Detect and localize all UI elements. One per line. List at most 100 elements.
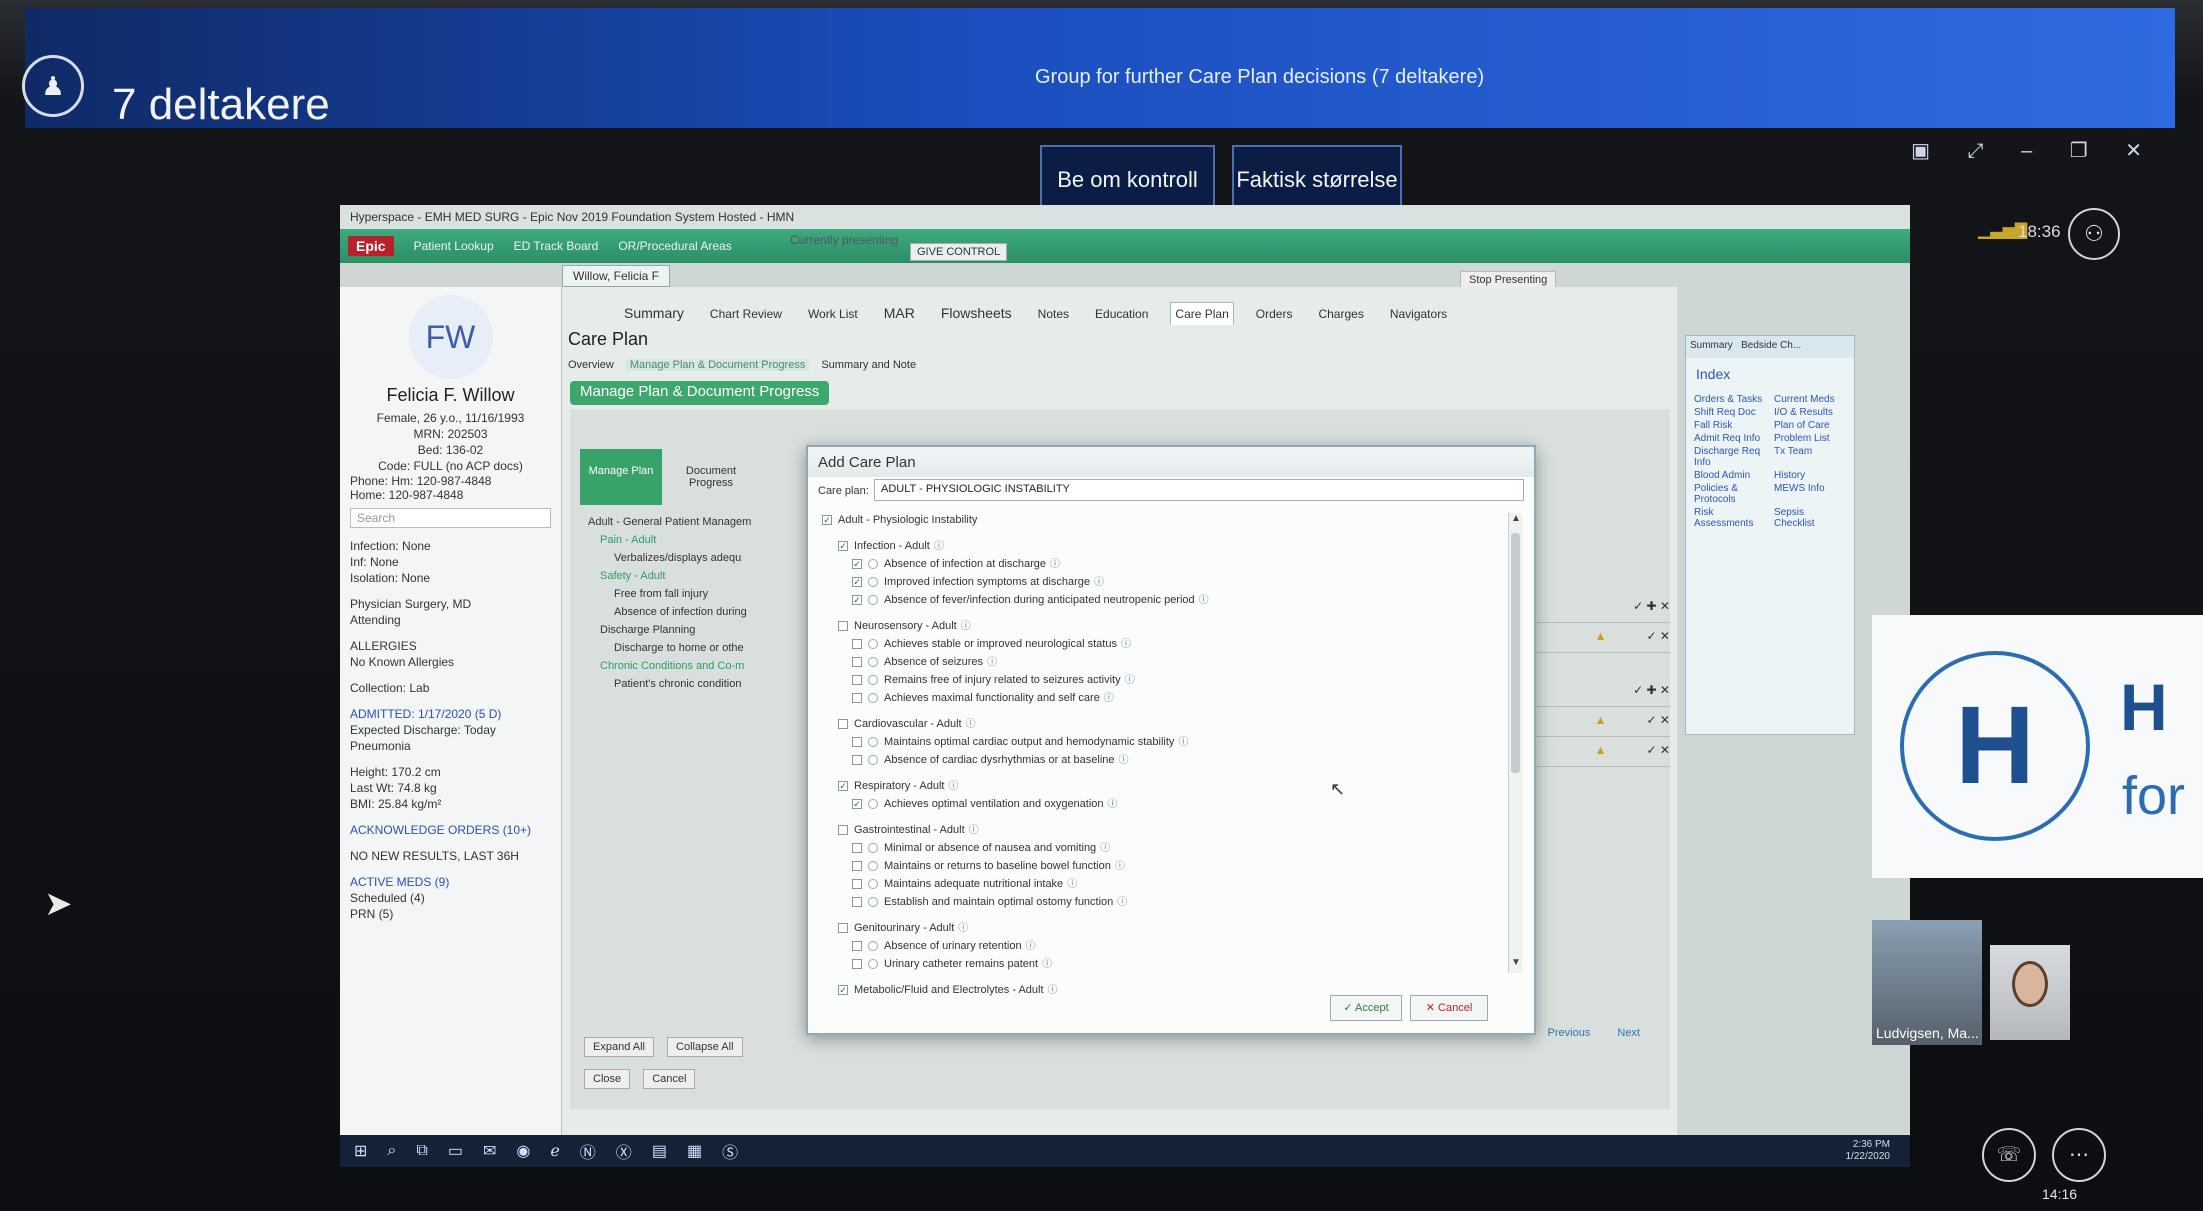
- checklist-goal[interactable]: Maintains optimal cardiac output and hem…: [822, 733, 1502, 751]
- accept-button[interactable]: ✓ Accept: [1330, 995, 1402, 1021]
- tab-care-plan[interactable]: Care Plan: [1170, 302, 1234, 325]
- checkbox[interactable]: [838, 825, 848, 836]
- index-link[interactable]: Discharge Req Info: [1694, 446, 1766, 468]
- file-explorer-icon[interactable]: ▭: [448, 1141, 463, 1161]
- checklist-goal[interactable]: ✓ Achieves optimal ventilation and oxygen…: [822, 795, 1502, 813]
- info-icon[interactable]: ⓘ: [1067, 879, 1077, 890]
- index-link[interactable]: Tx Team: [1774, 446, 1846, 468]
- checkbox[interactable]: [852, 897, 862, 908]
- tab-charges[interactable]: Charges: [1314, 303, 1367, 325]
- info-icon[interactable]: ⓘ: [1050, 559, 1060, 570]
- checklist-goal[interactable]: ✓ Improved infection symptoms at discharg…: [822, 573, 1502, 591]
- checkbox[interactable]: ✓: [822, 515, 832, 526]
- checkbox[interactable]: [838, 923, 848, 934]
- info-icon[interactable]: ⓘ: [1108, 799, 1118, 810]
- checkbox[interactable]: ✓: [852, 595, 862, 606]
- edge-icon[interactable]: ℯ: [550, 1141, 559, 1161]
- checklist-category[interactable]: Gastrointestinal - Adult ⓘ: [822, 821, 1502, 839]
- info-icon[interactable]: ⓘ: [934, 541, 944, 552]
- onenote-icon[interactable]: Ⓝ: [580, 1139, 596, 1163]
- tree-item[interactable]: Adult - General Patient Managem: [588, 513, 788, 531]
- checkbox[interactable]: [852, 959, 862, 970]
- checklist-goal[interactable]: ✓ Absence of fever/infection during antic…: [822, 591, 1502, 609]
- checklist-goal[interactable]: Absence of cardiac dysrhythmias or at ba…: [822, 751, 1502, 769]
- info-icon[interactable]: ⓘ: [1125, 675, 1135, 686]
- checkbox[interactable]: [852, 657, 862, 668]
- info-icon[interactable]: ⓘ: [1048, 985, 1058, 996]
- info-icon[interactable]: ⓘ: [1178, 737, 1188, 748]
- index-link[interactable]: Policies & Protocols: [1694, 483, 1766, 505]
- index-link[interactable]: Orders & Tasks: [1694, 394, 1766, 405]
- storyboard-search-input[interactable]: Search: [350, 508, 551, 528]
- call-control-icon[interactable]: ☏: [1982, 1128, 2036, 1182]
- checkbox[interactable]: [852, 639, 862, 650]
- admitted-link[interactable]: ADMITTED: 1/17/2020 (5 D): [350, 706, 551, 722]
- patient-avatar[interactable]: FW: [408, 295, 493, 379]
- goal-row-controls[interactable]: ✓ ✚ ✕: [1530, 683, 1670, 707]
- index-tab-bedside[interactable]: Bedside Ch...: [1741, 340, 1801, 351]
- index-tab-summary[interactable]: Summary: [1690, 340, 1733, 351]
- index-link[interactable]: Sepsis Checklist: [1774, 507, 1846, 529]
- info-icon[interactable]: ⓘ: [969, 825, 979, 836]
- checklist-category[interactable]: ✓ Respiratory - Adult ⓘ: [822, 777, 1502, 795]
- more-options-icon[interactable]: ⋯: [2052, 1128, 2106, 1182]
- acknowledge-orders-link[interactable]: ACKNOWLEDGE ORDERS (10+): [350, 822, 551, 838]
- tab-flowsheets[interactable]: Flowsheets: [937, 301, 1016, 325]
- index-link[interactable]: MEWS Info: [1774, 483, 1846, 505]
- chevron-down-icon[interactable]: ▼: [1509, 957, 1523, 973]
- checklist-goal[interactable]: Achieves maximal functionality and self …: [822, 689, 1502, 707]
- index-link[interactable]: Risk Assessments: [1694, 507, 1766, 529]
- document-progress-button[interactable]: Document Progress: [670, 449, 752, 505]
- tree-item[interactable]: Free from fall injury: [588, 585, 788, 603]
- close-button[interactable]: Close: [584, 1069, 631, 1089]
- checkbox[interactable]: [838, 621, 848, 632]
- toolbar-or-areas[interactable]: OR/Procedural Areas: [618, 239, 731, 253]
- info-icon[interactable]: ⓘ: [1094, 577, 1104, 588]
- goal-row-controls[interactable]: ✓ ✚ ✕: [1530, 599, 1670, 623]
- tab-chart-review[interactable]: Chart Review: [706, 303, 786, 325]
- checkbox[interactable]: [852, 879, 862, 890]
- scroll-thumb[interactable]: [1511, 533, 1520, 773]
- skype-icon[interactable]: Ⓢ: [722, 1139, 738, 1163]
- checkbox[interactable]: [852, 941, 862, 952]
- info-icon[interactable]: ⓘ: [1115, 861, 1125, 872]
- checkbox[interactable]: [838, 719, 848, 730]
- tree-item[interactable]: Verbalizes/displays adequ: [588, 549, 788, 567]
- toolbar-ed-track-board[interactable]: ED Track Board: [514, 239, 599, 253]
- pdf-icon[interactable]: ▤: [652, 1141, 667, 1161]
- tree-item[interactable]: Absence of infection during: [588, 603, 788, 621]
- checkbox[interactable]: ✓: [852, 577, 862, 588]
- info-icon[interactable]: ⓘ: [1100, 843, 1110, 854]
- toolbar-patient-lookup[interactable]: Patient Lookup: [414, 239, 494, 253]
- patient-name[interactable]: Felicia F. Willow: [350, 385, 551, 406]
- tree-item[interactable]: Safety - Adult: [588, 567, 788, 585]
- checkbox[interactable]: ✓: [852, 559, 862, 570]
- checklist-root[interactable]: ✓ Adult - Physiologic Instability: [822, 511, 1502, 529]
- tab-orders[interactable]: Orders: [1252, 303, 1297, 325]
- subtab-overview[interactable]: Overview: [568, 359, 614, 371]
- manage-plan-button[interactable]: Manage Plan: [580, 449, 662, 505]
- index-link[interactable]: Fall Risk: [1694, 420, 1766, 431]
- goal-row-controls[interactable]: ▲ ✓ ✕: [1530, 629, 1670, 653]
- checklist-goal[interactable]: Minimal or absence of nausea and vomitin…: [822, 839, 1502, 857]
- index-link[interactable]: I/O & Results: [1774, 407, 1846, 418]
- task-view-icon[interactable]: ⧉: [416, 1142, 427, 1160]
- checklist-goal[interactable]: Absence of seizures ⓘ: [822, 653, 1502, 671]
- checkbox[interactable]: ✓: [852, 799, 862, 810]
- checkbox[interactable]: [852, 675, 862, 686]
- active-meds-link[interactable]: ACTIVE MEDS (9): [350, 874, 551, 890]
- calculator-icon[interactable]: ▦: [687, 1141, 702, 1161]
- participant-video-tile[interactable]: Ludvigsen, Ma...: [1872, 920, 1982, 1045]
- self-video-tile[interactable]: [1990, 945, 2070, 1040]
- expand-all-button[interactable]: Expand All: [584, 1037, 654, 1057]
- care-plan-input[interactable]: ADULT - PHYSIOLOGIC INSTABILITY: [874, 479, 1524, 501]
- tree-item[interactable]: Patient's chronic condition: [588, 675, 788, 693]
- checkbox[interactable]: ✓: [838, 541, 848, 552]
- goal-row-controls[interactable]: ▲ ✓ ✕: [1530, 743, 1670, 767]
- checklist-goal[interactable]: Achieves stable or improved neurological…: [822, 635, 1502, 653]
- checklist-category[interactable]: Genitourinary - Adult ⓘ: [822, 919, 1502, 937]
- previous-button[interactable]: Previous: [1548, 1027, 1591, 1039]
- checklist-scrollbar[interactable]: ▲ ▼: [1508, 513, 1522, 973]
- info-icon[interactable]: ⓘ: [1026, 941, 1036, 952]
- info-icon[interactable]: ⓘ: [1104, 693, 1114, 704]
